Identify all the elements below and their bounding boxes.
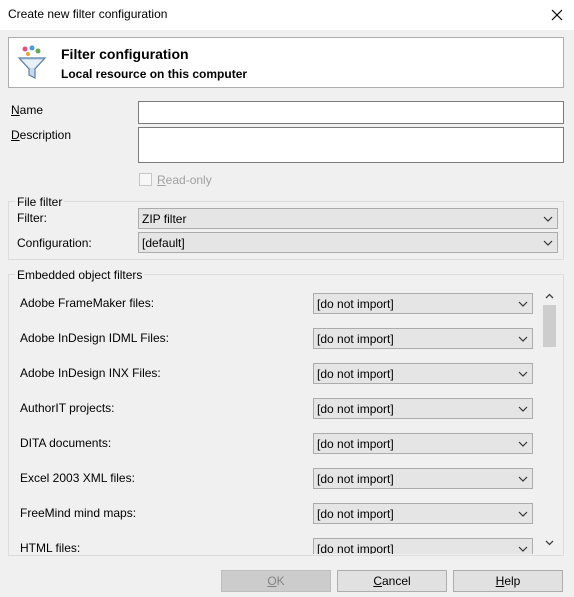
configuration-label: Configuration: [17,236,92,250]
header-panel: Filter configuration Local resource on t… [8,37,564,88]
embedded-filter-select-value: [do not import] [317,472,394,486]
chevron-down-icon [543,240,553,246]
chevron-down-icon [518,511,528,517]
embedded-filter-select[interactable]: [do not import] [313,468,533,489]
chevron-down-icon [518,546,528,552]
list-item: Adobe InDesign INX Files: [do not import… [8,363,541,384]
embedded-filter-label: FreeMind mind maps: [20,506,137,520]
list-item: Adobe InDesign IDML Files: [do not impor… [8,328,541,349]
chevron-down-icon [518,301,528,307]
embedded-filters-group-title: Embedded object filters [15,268,145,282]
embedded-filter-select[interactable]: [do not import] [313,398,533,419]
configuration-select-value: [default] [142,236,185,250]
chevron-down-icon [518,476,528,482]
chevron-down-icon [545,540,554,545]
embedded-filter-select-value: [do not import] [317,332,394,346]
embedded-filter-label: AuthorIT projects: [20,401,115,415]
embedded-filter-select[interactable]: [do not import] [313,503,533,524]
embedded-filter-label: Adobe FrameMaker files: [20,296,155,310]
description-field[interactable] [138,127,564,163]
filter-label: Filter: [17,211,47,225]
chevron-down-icon [543,216,553,222]
name-field[interactable] [138,101,564,124]
embedded-filters-scrollbar[interactable] [541,287,558,551]
embedded-filter-select[interactable]: [do not import] [313,538,533,554]
embedded-filter-select-value: [do not import] [317,297,394,311]
configuration-select[interactable]: [default] [138,232,558,253]
title-bar: Create new filter configuration [0,0,574,30]
list-item: Excel 2003 XML files: [do not import] [8,468,541,489]
embedded-filter-select-value: [do not import] [317,437,394,451]
chevron-up-icon [545,293,554,298]
embedded-filter-select[interactable]: [do not import] [313,328,533,349]
list-item: AuthorIT projects: [do not import] [8,398,541,419]
filter-select-value: ZIP filter [142,212,187,226]
embedded-filter-select-value: [do not import] [317,367,394,381]
list-item: DITA documents: [do not import] [8,433,541,454]
embedded-filter-label: Excel 2003 XML files: [20,471,135,485]
description-label: Description [11,128,72,142]
embedded-filter-label: HTML files: [20,541,81,554]
file-filter-group-title: File filter [15,195,65,209]
list-item: HTML files: [do not import] [8,538,541,554]
header-title: Filter configuration [61,46,189,62]
embedded-filter-select-value: [do not import] [317,507,394,521]
name-label: Name [11,103,44,117]
scroll-up-button[interactable] [541,287,558,304]
embedded-filter-select[interactable]: [do not import] [313,293,533,314]
help-button[interactable]: Help [453,570,563,592]
scroll-down-button[interactable] [541,534,558,551]
filter-funnel-icon [17,45,47,79]
list-item: FreeMind mind maps: [do not import] [8,503,541,524]
close-button[interactable] [540,0,574,30]
header-subtitle: Local resource on this computer [61,67,248,81]
embedded-filters-list: Adobe FrameMaker files: [do not import] … [8,285,541,554]
embedded-filter-select-value: [do not import] [317,542,394,554]
close-icon [551,9,563,21]
embedded-filter-label: Adobe InDesign IDML Files: [20,331,169,345]
embedded-filter-select[interactable]: [do not import] [313,433,533,454]
cancel-button[interactable]: Cancel [337,570,447,592]
filter-select[interactable]: ZIP filter [138,208,558,229]
readonly-label: Read-only [157,173,212,187]
embedded-filter-label: DITA documents: [20,436,112,450]
ok-button[interactable]: OK [221,570,331,592]
embedded-filter-select-value: [do not import] [317,402,394,416]
list-item: Adobe FrameMaker files: [do not import] [8,293,541,314]
embedded-filter-select[interactable]: [do not import] [313,363,533,384]
chevron-down-icon [518,441,528,447]
window-title: Create new filter configuration [8,7,168,21]
scrollbar-thumb[interactable] [543,305,556,347]
chevron-down-icon [518,406,528,412]
readonly-checkbox[interactable] [139,173,152,186]
chevron-down-icon [518,336,528,342]
embedded-filter-label: Adobe InDesign INX Files: [20,366,161,380]
chevron-down-icon [518,371,528,377]
